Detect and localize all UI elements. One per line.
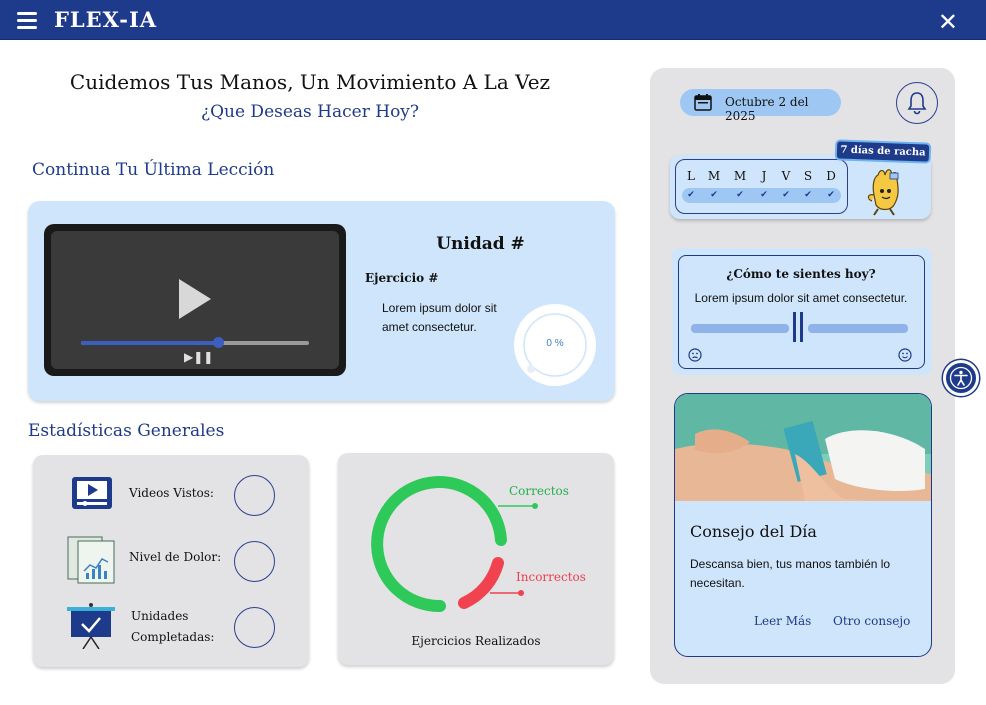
other-tip-link[interactable]: Otro consejo	[833, 614, 910, 628]
accessibility-icon	[949, 366, 973, 390]
unit-title: Unidad #	[436, 234, 525, 254]
mood-question: ¿Cómo te sientes hoy?	[726, 267, 876, 281]
week-checks: ✔ ✔ ✔ ✔ ✔ ✔ ✔	[682, 188, 841, 203]
stat-value-units	[234, 607, 275, 648]
top-bar: FLEX-IA ✕	[0, 0, 986, 40]
check-icon: ✔	[710, 190, 718, 200]
exercises-gauge	[371, 476, 538, 613]
lesson-description: Lorem ipsum dolor sit amet consectetur.	[382, 301, 497, 334]
check-icon: ✔	[687, 190, 695, 200]
mood-slider-track-right[interactable]	[808, 324, 908, 333]
read-more-link[interactable]: Leer Más	[754, 614, 811, 628]
check-icon: ✔	[736, 190, 744, 200]
bell-icon	[907, 92, 927, 115]
tip-card: Consejo del Día Descansa bien, tus manos…	[674, 393, 932, 657]
stat-label-units-line2: Completadas:	[131, 630, 215, 644]
incorrect-label: Incorrectos	[516, 570, 586, 584]
last-lesson-card[interactable]: ▶❚❚ Unidad # Ejercicio # Lorem ipsum dol…	[28, 201, 615, 401]
hand-mascot-icon	[867, 169, 899, 216]
page-title: Cuidemos Tus Manos, Un Movimiento A La V…	[69, 70, 551, 94]
day-letter: M	[733, 169, 747, 183]
last-lesson-heading: Continua Tu Última Lección	[32, 160, 275, 180]
stat-row-pain: Nivel de Dolor:	[33, 535, 309, 595]
mood-description: Lorem ipsum dolor sit amet consectetur.	[694, 291, 908, 305]
correct-label: Correctos	[509, 484, 569, 498]
stat-row-units: Unidades Completadas:	[33, 601, 309, 661]
happy-face-icon[interactable]	[898, 348, 912, 362]
play-pause-icon[interactable]: ▶❚❚	[184, 350, 213, 364]
stat-label-units: Unidades Completadas:	[131, 606, 214, 648]
stat-row-videos: Videos Vistos:	[33, 470, 309, 530]
day-letter: J	[761, 169, 767, 183]
video-screen: ▶❚❚	[51, 231, 339, 369]
video-player[interactable]: ▶❚❚	[44, 224, 346, 376]
exercise-title: Ejercicio #	[365, 271, 439, 285]
play-icon[interactable]	[179, 279, 211, 319]
day-letter: L	[687, 169, 695, 183]
progress-percent: 0 %	[546, 338, 564, 349]
check-icon: ✔	[827, 190, 835, 200]
tip-text: Descansa bien, tus manos también lo nece…	[690, 557, 891, 590]
exercises-chart-card: Correctos Incorrectos Ejercicios Realiza…	[338, 453, 614, 665]
calendar-icon	[694, 94, 712, 111]
stat-label-units-line1: Unidades	[131, 609, 189, 623]
streak-badge: 7 días de racha	[834, 139, 932, 164]
streak-card: L M M J V S D ✔ ✔ ✔ ✔ ✔ ✔ ✔ 7 días de ra…	[670, 139, 932, 219]
stats-heading: Estadísticas Generales	[28, 421, 225, 441]
presentation-board-icon	[67, 603, 115, 649]
tip-title: Consejo del Día	[690, 522, 817, 541]
current-date: Octubre 2 del 2025	[725, 95, 809, 123]
chart-caption: Ejercicios Realizados	[411, 634, 541, 648]
stat-label-videos: Videos Vistos:	[129, 486, 214, 500]
notifications-button[interactable]	[896, 82, 938, 124]
check-icon: ✔	[804, 190, 812, 200]
stat-value-videos	[234, 475, 275, 516]
day-letter: V	[781, 169, 791, 183]
mood-box: ¿Cómo te sientes hoy? Lorem ipsum dolor …	[678, 255, 925, 369]
week-tracker: L M M J V S D ✔ ✔ ✔ ✔ ✔ ✔ ✔	[675, 159, 848, 214]
lesson-progress-ring: 0 %	[514, 304, 596, 386]
mood-slider-track-left[interactable]	[691, 324, 789, 333]
close-icon[interactable]: ✕	[938, 8, 958, 36]
mood-slider-handle[interactable]	[793, 312, 805, 342]
day-letter: D	[826, 169, 836, 183]
date-pill: Octubre 2 del 2025	[680, 89, 841, 123]
wrist-compress-image	[675, 394, 931, 501]
sad-face-icon[interactable]	[688, 348, 702, 362]
video-progress-bar[interactable]	[81, 337, 309, 348]
page-subtitle: ¿Que Deseas Hacer Hoy?	[200, 102, 420, 122]
mood-card: ¿Cómo te sientes hoy? Lorem ipsum dolor …	[672, 248, 932, 375]
video-screen-icon	[72, 477, 112, 509]
stat-value-pain	[234, 541, 275, 582]
brand-logo: FLEX-IA	[54, 7, 158, 32]
side-panel: Octubre 2 del 2025 L M M J V S D ✔ ✔ ✔ ✔…	[650, 68, 955, 684]
video-progress-knob[interactable]	[212, 337, 224, 348]
day-letter: S	[803, 169, 813, 183]
check-icon: ✔	[760, 190, 768, 200]
check-icon: ✔	[782, 190, 790, 200]
incorrect-arc	[458, 557, 504, 609]
chart-document-icon	[67, 536, 115, 584]
stats-card: Videos Vistos: Nivel de Dolor: Unidades …	[33, 455, 309, 667]
stat-label-pain: Nivel de Dolor:	[129, 550, 222, 564]
day-letter: M	[707, 169, 721, 183]
hamburger-icon[interactable]	[17, 12, 37, 30]
video-progress-fill	[81, 341, 218, 345]
accessibility-button[interactable]	[943, 360, 979, 396]
